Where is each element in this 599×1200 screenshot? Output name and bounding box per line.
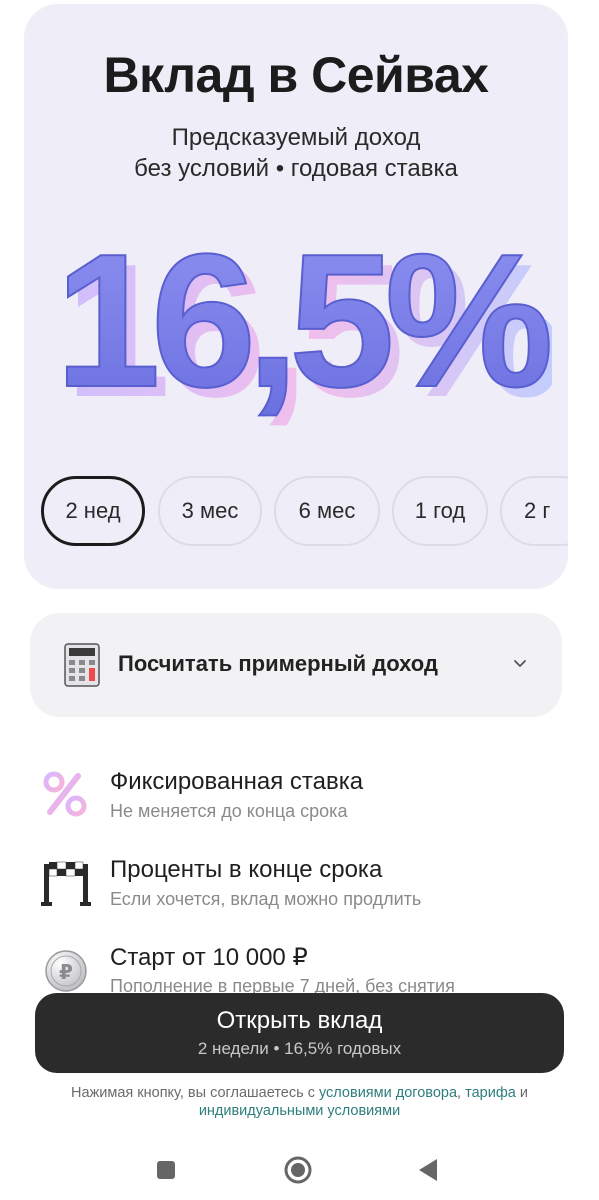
tariff-link[interactable]: тарифа bbox=[465, 1085, 516, 1101]
hero-subtitle: Предсказуемый доход без условий • годова… bbox=[24, 122, 568, 184]
feature-interest-at-end: Проценты в конце срока Если хочется, вкл… bbox=[40, 856, 560, 926]
chip-1-year[interactable]: 1 год bbox=[392, 476, 488, 546]
cta-subtitle: 2 недели • 16,5% годовых bbox=[197, 1039, 402, 1058]
chevron-down-icon bbox=[514, 660, 526, 667]
feature-fixed-rate: Фиксированная ставка Не меняется до конц… bbox=[40, 768, 560, 838]
calculator-label: Посчитать примерный доход bbox=[118, 651, 438, 676]
feature-title: Фиксированная ставка bbox=[110, 768, 364, 795]
finish-flag-icon bbox=[41, 861, 91, 906]
rate-text: 16,5% bbox=[55, 215, 549, 427]
open-deposit-button[interactable]: Открыть вклад 2 недели • 16,5% годовых bbox=[35, 993, 564, 1073]
interest-rate-display: 16,5% 16,5% bbox=[52, 214, 552, 454]
hero-subtitle-line1: Предсказуемый доход bbox=[171, 124, 421, 151]
svg-text:₽: ₽ bbox=[59, 960, 73, 984]
chip-2-weeks[interactable]: 2 нед bbox=[41, 476, 145, 546]
legal-separator: , bbox=[457, 1085, 466, 1101]
income-calculator-toggle[interactable]: Посчитать примерный доход bbox=[30, 613, 562, 717]
chip-2-years[interactable]: 2 г bbox=[500, 476, 568, 546]
circle-icon[interactable] bbox=[280, 1152, 316, 1188]
hero-subtitle-line2: без условий • годовая ставка bbox=[134, 155, 458, 182]
feature-description: Если хочется, вклад можно продлить bbox=[110, 889, 422, 909]
chip-3-months[interactable]: 3 мес bbox=[158, 476, 262, 546]
individual-terms-link[interactable]: индивидуальными условиями bbox=[199, 1103, 400, 1119]
interest-rate-graphic: 16,5% 16,5% bbox=[54, 214, 552, 437]
calculator-icon bbox=[64, 643, 100, 687]
term-selector: 2 нед 3 мес 6 мес 1 год 2 г bbox=[40, 476, 568, 546]
cta-title: Открыть вклад bbox=[216, 1007, 383, 1034]
square-icon[interactable] bbox=[148, 1152, 184, 1188]
feature-title: Проценты в конце срока bbox=[110, 856, 383, 883]
legal-prefix: Нажимая кнопку, вы соглашаетесь с bbox=[71, 1085, 319, 1101]
legal-and: и bbox=[515, 1085, 528, 1101]
system-navigation-bar bbox=[0, 1140, 599, 1200]
triangle-back-icon[interactable] bbox=[410, 1152, 446, 1188]
feature-description: Не меняется до конца срока bbox=[110, 801, 348, 821]
ruble-coin-icon: ₽ bbox=[45, 950, 87, 992]
hero-card: Вклад в Сейвах Предсказуемый доход без у… bbox=[24, 4, 568, 589]
percent-icon bbox=[43, 771, 87, 817]
chip-6-months[interactable]: 6 мес bbox=[274, 476, 380, 546]
contract-terms-link[interactable]: условиями договора bbox=[319, 1085, 457, 1101]
page-title: Вклад в Сейвах bbox=[103, 47, 489, 103]
feature-title: Старт от 10 000 ₽ bbox=[110, 944, 308, 971]
legal-notice: Нажимая кнопку, вы соглашаетесь с услови… bbox=[30, 1084, 569, 1120]
